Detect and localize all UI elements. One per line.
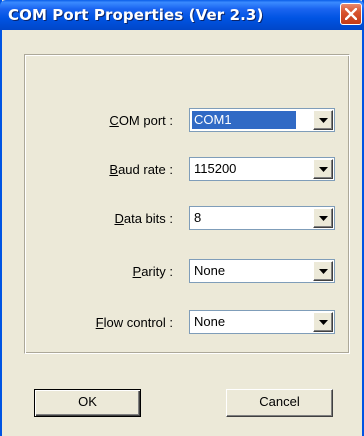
cancel-button[interactable]: Cancel	[226, 389, 333, 417]
data-bits-value: 8	[194, 210, 202, 225]
parity-select[interactable]: None	[189, 259, 335, 283]
ok-button[interactable]: OK	[34, 389, 141, 417]
parity-value: None	[194, 263, 226, 278]
close-button[interactable]	[340, 3, 362, 25]
data-bits-label: Data bits :	[114, 211, 173, 226]
chevron-down-icon	[319, 320, 328, 325]
settings-group-box	[24, 54, 350, 354]
window-title: COM Port Properties (Ver 2.3)	[8, 6, 264, 24]
baud-rate-label: Baud rate :	[109, 162, 173, 177]
title-bar[interactable]: COM Port Properties (Ver 2.3)	[0, 0, 364, 30]
parity-label: Parity :	[132, 264, 173, 279]
chevron-down-icon	[319, 167, 328, 172]
flow-control-label: Flow control :	[95, 315, 173, 330]
flow-control-value: None	[194, 314, 226, 329]
com-port-properties-dialog: COM Port Properties (Ver 2.3) COM port :…	[0, 0, 364, 436]
chevron-down-icon	[319, 269, 328, 274]
parity-dropdown-button[interactable]	[313, 261, 333, 281]
chevron-down-icon	[319, 118, 328, 123]
baud-rate-value: 115200	[194, 161, 237, 176]
com-port-value: COM1	[192, 111, 296, 129]
flow-control-select[interactable]: None	[189, 310, 335, 334]
data-bits-select[interactable]: 8	[189, 206, 335, 230]
com-port-select[interactable]: COM1	[189, 108, 335, 132]
baud-rate-dropdown-button[interactable]	[313, 159, 333, 179]
data-bits-dropdown-button[interactable]	[313, 208, 333, 228]
baud-rate-select[interactable]: 115200	[189, 157, 335, 181]
flow-control-dropdown-button[interactable]	[313, 312, 333, 332]
com-port-label: COM port :	[109, 113, 173, 128]
close-icon	[345, 8, 357, 20]
com-port-dropdown-button[interactable]	[313, 110, 333, 130]
chevron-down-icon	[319, 216, 328, 221]
